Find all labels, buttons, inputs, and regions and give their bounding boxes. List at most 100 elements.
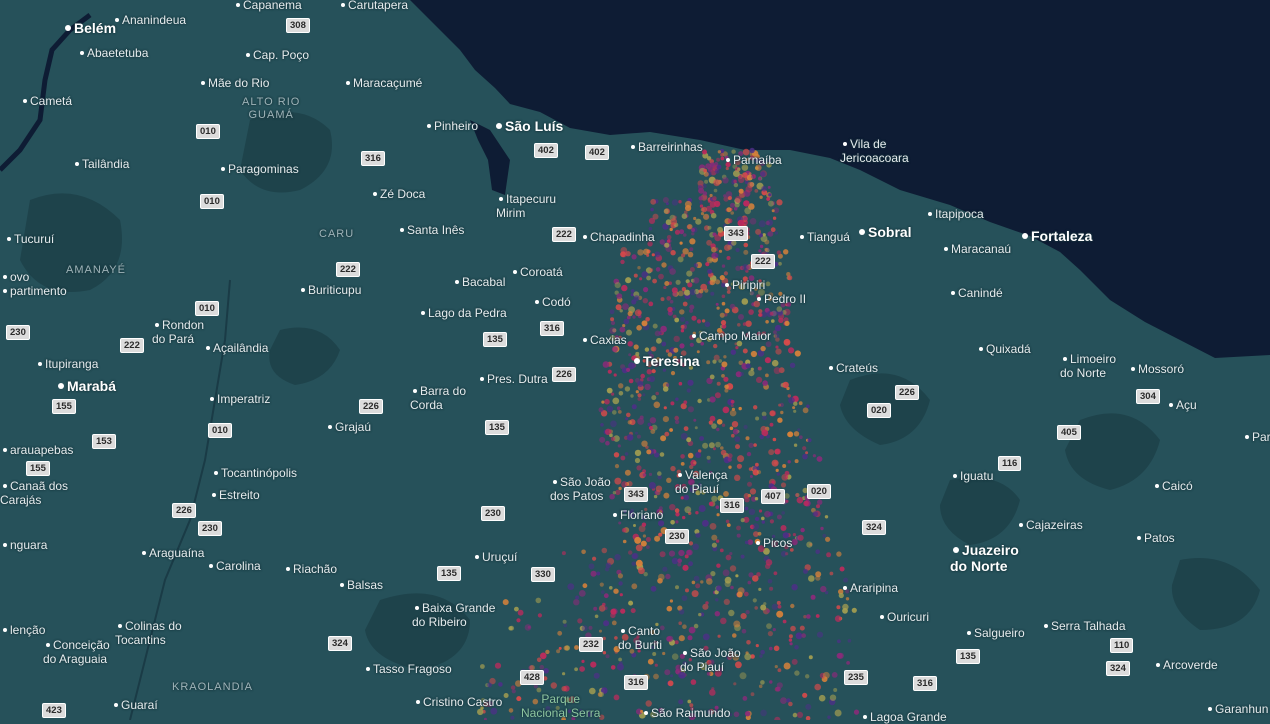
city-label[interactable]: Caxias xyxy=(580,333,627,347)
city-label[interactable]: nguara xyxy=(0,538,47,552)
road-shield-icon: 155 xyxy=(52,399,76,414)
city-label[interactable]: Araripina xyxy=(840,581,898,595)
city-label[interactable]: Campo Maior xyxy=(689,329,771,343)
heatmap-point xyxy=(664,242,670,248)
city-label[interactable]: São João do Piauí xyxy=(680,646,741,674)
city-label[interactable]: Garanhun xyxy=(1205,702,1268,716)
city-label[interactable]: Estreito xyxy=(209,488,260,502)
city-label[interactable]: Carolina xyxy=(206,559,261,573)
city-label[interactable]: Ananindeua xyxy=(112,13,186,27)
city-label[interactable]: Lago da Pedra xyxy=(418,306,507,320)
city-label[interactable]: Coroatá xyxy=(510,265,563,279)
city-label[interactable]: Codó xyxy=(532,295,571,309)
city-label[interactable]: Baixa Grande do Ribeiro xyxy=(412,601,495,629)
city-label[interactable]: Picos xyxy=(753,536,792,550)
city-label[interactable]: Serra Talhada xyxy=(1041,619,1126,633)
city-label[interactable]: Bacabal xyxy=(452,275,505,289)
city-name: Vila de Jericoacoara xyxy=(840,137,909,165)
city-label[interactable]: Patos xyxy=(1134,531,1175,545)
city-label[interactable]: Mãe do Rio xyxy=(198,76,269,90)
city-label[interactable]: Paragominas xyxy=(218,162,299,176)
city-label[interactable]: Marabá xyxy=(55,378,116,394)
city-label[interactable]: Colinas do Tocantins xyxy=(115,619,182,647)
city-label[interactable]: Salgueiro xyxy=(964,626,1025,640)
city-label[interactable]: Arcoverde xyxy=(1153,658,1218,672)
city-label[interactable]: Tocantinópolis xyxy=(211,466,297,480)
city-label[interactable]: Maracaçumé xyxy=(343,76,422,90)
city-label[interactable]: Parnaíba xyxy=(723,153,782,167)
city-label[interactable]: Imperatriz xyxy=(207,392,270,406)
city-label[interactable]: partimento xyxy=(0,284,67,298)
city-label[interactable]: Cametá xyxy=(20,94,72,108)
city-label[interactable]: Araguaína xyxy=(139,546,204,560)
city-label[interactable]: Zé Doca xyxy=(370,187,425,201)
city-label[interactable]: Quixadá xyxy=(976,342,1031,356)
city-label[interactable]: Fortaleza xyxy=(1019,228,1092,244)
city-label[interactable]: Belém xyxy=(62,20,116,36)
city-label[interactable]: Açailândia xyxy=(203,341,268,355)
city-label[interactable]: Barra do Corda xyxy=(410,384,466,412)
city-label[interactable]: Capanema xyxy=(233,0,302,12)
city-label[interactable]: Tianguá xyxy=(797,230,850,244)
city-label[interactable]: Buriticupu xyxy=(298,283,361,297)
city-label[interactable]: Crateús xyxy=(826,361,878,375)
city-label[interactable]: Mossoró xyxy=(1128,362,1184,376)
city-label[interactable]: Par xyxy=(1242,430,1270,444)
city-label[interactable]: Conceição do Araguaia xyxy=(43,638,110,666)
city-label[interactable]: Grajaú xyxy=(325,420,371,434)
city-label[interactable]: São João dos Patos xyxy=(550,475,611,503)
city-label[interactable]: Riachão xyxy=(283,562,337,576)
city-label[interactable]: Cristino Castro xyxy=(413,695,502,709)
heatmap-point xyxy=(792,533,797,537)
city-label[interactable]: Pres. Dutra xyxy=(477,372,548,386)
city-label[interactable]: arauapebas xyxy=(0,443,73,457)
city-label[interactable]: Piripiri xyxy=(722,278,765,292)
city-label[interactable]: Uruçuí xyxy=(472,550,517,564)
city-label[interactable]: Cap. Poço xyxy=(243,48,309,62)
heatmap-point xyxy=(839,566,845,572)
city-label[interactable]: Itapecuru Mirim xyxy=(496,192,556,220)
city-label[interactable]: Sobral xyxy=(856,224,912,240)
heatmap-point xyxy=(704,321,711,328)
city-label[interactable]: Canindé xyxy=(948,286,1003,300)
city-label[interactable]: Valença do Piauí xyxy=(675,468,727,496)
heatmap-point xyxy=(503,693,509,698)
city-label[interactable]: Guaraí xyxy=(111,698,158,712)
city-label[interactable]: Açu xyxy=(1166,398,1197,412)
city-label[interactable]: Caicó xyxy=(1152,479,1193,493)
city-label[interactable]: Tucuruí xyxy=(4,232,54,246)
city-label[interactable]: Barreirinhas xyxy=(628,140,703,154)
city-label[interactable]: Chapadinha xyxy=(580,230,655,244)
city-label[interactable]: Lagoa Grande xyxy=(860,710,947,724)
city-label[interactable]: Vila de Jericoacoara xyxy=(840,137,909,165)
city-label[interactable]: Canaã dos Carajás xyxy=(0,479,68,507)
city-label[interactable]: Abaetetuba xyxy=(77,46,148,60)
city-label[interactable]: Ouricuri xyxy=(877,610,929,624)
city-name: Araguaína xyxy=(149,546,205,560)
park-label[interactable]: Parque Nacional Serra xyxy=(521,692,600,720)
heatmap-point xyxy=(761,186,767,192)
city-label[interactable]: Tailândia xyxy=(72,157,129,171)
city-label[interactable]: Santa Inês xyxy=(397,223,464,237)
city-label[interactable]: Limoeiro do Norte xyxy=(1060,352,1116,380)
city-label[interactable]: Rondon do Pará xyxy=(152,318,204,346)
city-label[interactable]: Iguatu xyxy=(950,469,993,483)
city-label[interactable]: Cajazeiras xyxy=(1016,518,1083,532)
city-label[interactable]: Pinheiro xyxy=(424,119,478,133)
city-label[interactable]: Pedro II xyxy=(754,292,806,306)
city-label[interactable]: São Raimundo xyxy=(641,706,730,720)
city-label[interactable]: Itapipoca xyxy=(925,207,984,221)
city-label[interactable]: Teresina xyxy=(631,353,700,369)
heatmap-point xyxy=(618,486,622,491)
city-label[interactable]: Juazeiro do Norte xyxy=(950,542,1019,574)
city-label[interactable]: Floriano xyxy=(610,508,663,522)
city-label[interactable]: lenção xyxy=(0,623,45,637)
city-label[interactable]: Itupiranga xyxy=(35,357,98,371)
city-label[interactable]: Tasso Fragoso xyxy=(363,662,452,676)
city-label[interactable]: ovo xyxy=(0,270,29,284)
city-label[interactable]: Maracanaú xyxy=(941,242,1011,256)
city-label[interactable]: São Luís xyxy=(493,118,563,134)
city-label[interactable]: Carutapera xyxy=(338,0,408,12)
city-label[interactable]: Canto do Buriti xyxy=(618,624,662,652)
city-label[interactable]: Balsas xyxy=(337,578,383,592)
